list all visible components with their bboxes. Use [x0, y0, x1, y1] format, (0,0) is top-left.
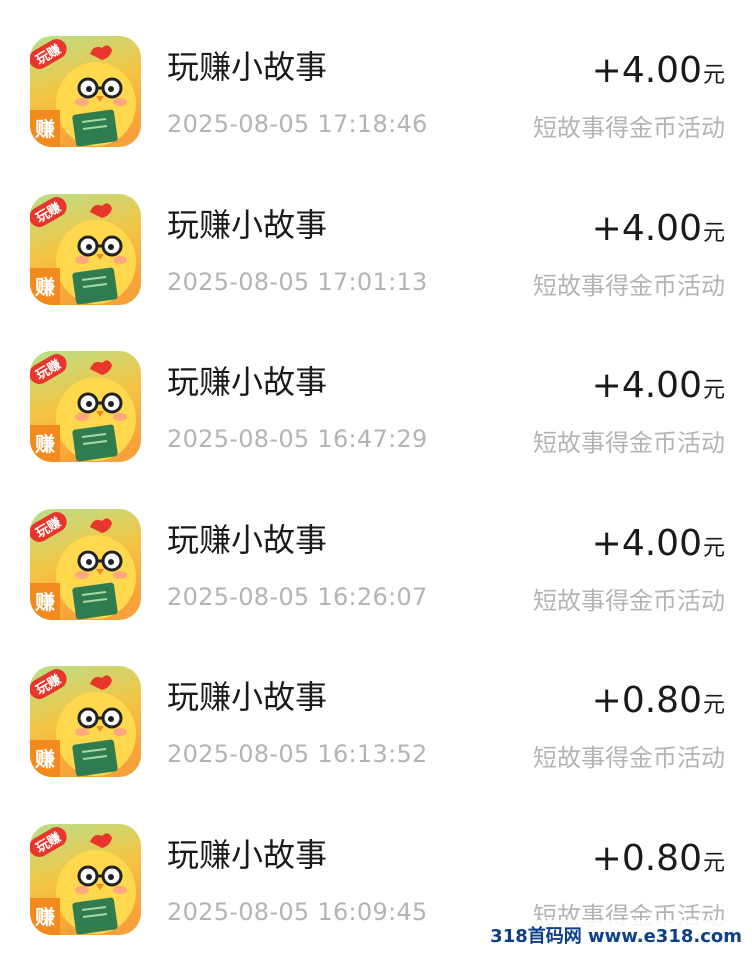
amount-value: +4.00: [591, 365, 702, 406]
chick-reading-book-icon: 赚 玩赚: [30, 194, 141, 305]
chick-reading-book-icon: 赚 玩赚: [30, 351, 141, 462]
app-name: 玩赚小故事: [167, 363, 328, 401]
svg-text:赚: 赚: [34, 117, 55, 141]
transaction-row[interactable]: 赚 玩赚 玩赚小故事 2025-08-05 17:18:46 +4.00元 短故…: [0, 36, 752, 186]
transaction-amount: +4.00元: [592, 50, 725, 91]
transaction-row[interactable]: 赚 玩赚 玩赚小故事 2025-08-05 16:26:07 +4.00元 短故…: [0, 509, 752, 659]
transaction-description: 短故事得金币活动: [533, 272, 725, 300]
transaction-row[interactable]: 赚 玩赚 玩赚小故事 2025-08-05 17:01:13 +4.00元 短故…: [0, 194, 752, 344]
watermark: 318首码网 www.e318.com: [486, 920, 746, 950]
svg-text:赚: 赚: [34, 432, 55, 456]
amount-value: +4.00: [591, 523, 702, 564]
transaction-time: 2025-08-05 16:13:52: [167, 740, 428, 768]
amount-value: +0.80: [591, 838, 702, 879]
app-name: 玩赚小故事: [167, 678, 328, 716]
transaction-row[interactable]: 赚 玩赚 玩赚小故事 2025-08-05 16:09:45 +0.80元 短故…: [0, 824, 752, 974]
transaction-description: 短故事得金币活动: [533, 114, 725, 142]
svg-text:赚: 赚: [34, 275, 55, 299]
app-name: 玩赚小故事: [167, 48, 328, 86]
transaction-row[interactable]: 赚 玩赚 玩赚小故事 2025-08-05 16:47:29 +4.00元 短故…: [0, 351, 752, 501]
transaction-row[interactable]: 赚 玩赚 玩赚小故事 2025-08-05 16:13:52 +0.80元 短故…: [0, 666, 752, 816]
amount-unit: 元: [702, 693, 725, 718]
transaction-time: 2025-08-05 16:47:29: [167, 425, 428, 453]
app-name: 玩赚小故事: [167, 521, 328, 559]
chick-reading-book-icon: 赚 玩赚: [30, 36, 141, 147]
amount-value: +4.00: [591, 208, 702, 249]
svg-text:赚: 赚: [34, 747, 55, 771]
svg-text:赚: 赚: [34, 590, 55, 614]
amount-unit: 元: [702, 221, 725, 246]
chick-reading-book-icon: 赚 玩赚: [30, 666, 141, 777]
transaction-time: 2025-08-05 17:01:13: [167, 268, 428, 296]
amount-unit: 元: [702, 851, 725, 876]
amount-unit: 元: [702, 378, 725, 403]
transaction-amount: +4.00元: [592, 208, 725, 249]
chick-reading-book-icon: 赚 玩赚: [30, 824, 141, 935]
transaction-amount: +4.00元: [592, 523, 725, 564]
transaction-description: 短故事得金币活动: [533, 429, 725, 457]
transaction-time: 2025-08-05 17:18:46: [167, 110, 428, 138]
chick-reading-book-icon: 赚 玩赚: [30, 509, 141, 620]
amount-value: +4.00: [591, 50, 702, 91]
transaction-description: 短故事得金币活动: [533, 587, 725, 615]
amount-unit: 元: [702, 63, 725, 88]
amount-value: +0.80: [591, 680, 702, 721]
app-name: 玩赚小故事: [167, 206, 328, 244]
transaction-time: 2025-08-05 16:26:07: [167, 583, 428, 611]
transaction-amount: +4.00元: [592, 365, 725, 406]
transaction-time: 2025-08-05 16:09:45: [167, 898, 428, 926]
app-name: 玩赚小故事: [167, 836, 328, 874]
transaction-description: 短故事得金币活动: [533, 744, 725, 772]
transaction-amount: +0.80元: [592, 680, 725, 721]
svg-text:赚: 赚: [34, 905, 55, 929]
amount-unit: 元: [702, 536, 725, 561]
transaction-amount: +0.80元: [592, 838, 725, 879]
